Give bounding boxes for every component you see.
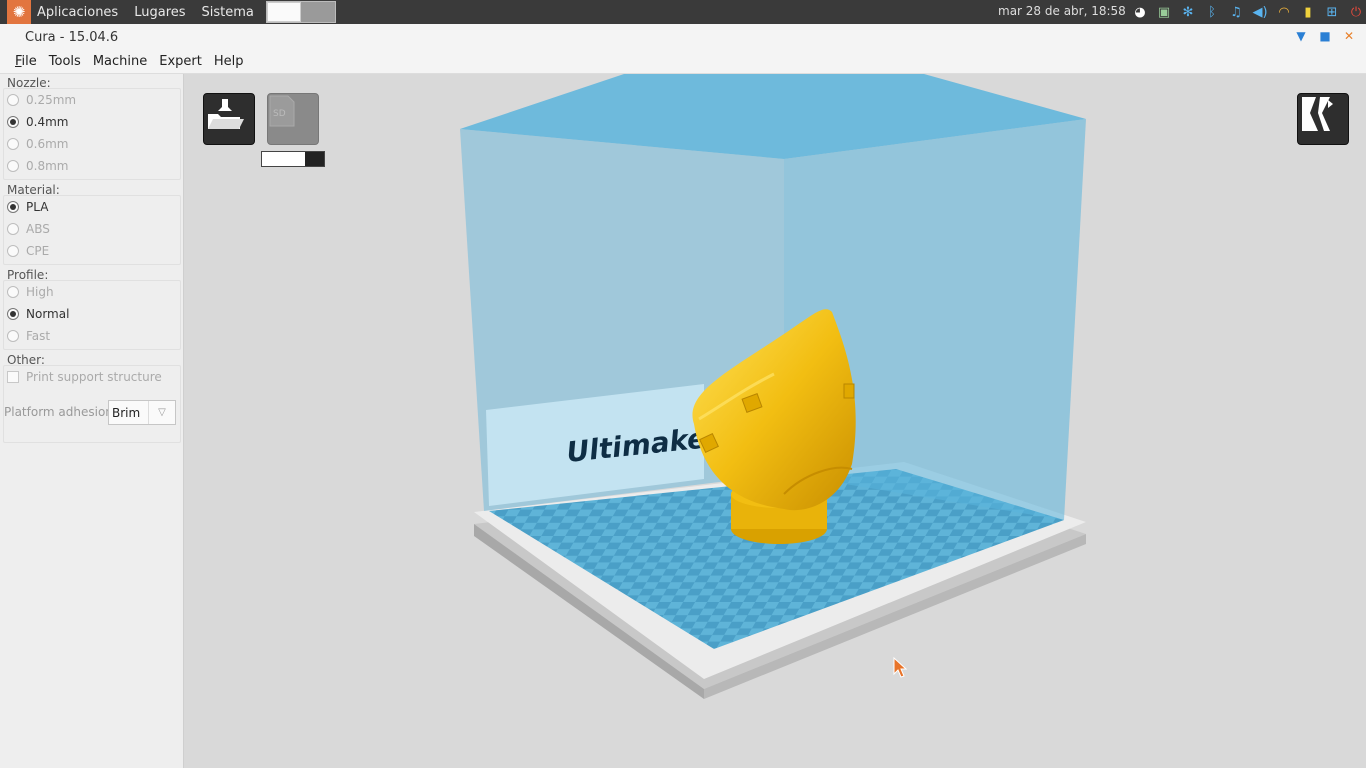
radio-button[interactable] [7, 94, 19, 106]
print-support-option[interactable]: Print support structure [7, 369, 162, 385]
menu-expert[interactable]: Expert [153, 54, 208, 69]
material-option-cpe[interactable]: CPE [7, 243, 49, 259]
microphone-icon[interactable]: ♫ [1226, 2, 1246, 22]
radio-button-selected[interactable] [7, 201, 19, 213]
profile-option-normal[interactable]: Normal [7, 306, 69, 322]
nozzle-option-025[interactable]: 0.25mm [7, 92, 76, 108]
profile-option-high[interactable]: High [7, 284, 54, 300]
panel-menu-system[interactable]: Sistema [195, 5, 263, 20]
profile-option-label: Fast [26, 329, 51, 343]
radio-button[interactable] [7, 245, 19, 257]
volume-icon[interactable]: ◀) [1250, 2, 1270, 22]
radio-button[interactable] [7, 223, 19, 235]
nozzle-option-label: 0.8mm [26, 159, 69, 173]
nozzle-option-label: 0.4mm [26, 115, 69, 129]
profile-option-fast[interactable]: Fast [7, 328, 50, 344]
radio-button-selected[interactable] [7, 308, 19, 320]
panel-menu-places[interactable]: Lugares [127, 5, 194, 20]
panel-menu-applications[interactable]: Aplicaciones [31, 5, 127, 20]
material-option-label: PLA [26, 200, 49, 214]
workspace-2[interactable] [300, 2, 335, 22]
slice-progress-fill [262, 152, 306, 166]
layout-icon[interactable]: ⊞ [1322, 2, 1342, 22]
slice-progress-bar [261, 151, 325, 167]
wifi-icon[interactable]: ◠ [1274, 2, 1294, 22]
profile-option-label: Normal [26, 307, 70, 321]
nozzle-option-04[interactable]: 0.4mm [7, 114, 68, 130]
menu-tools[interactable]: Tools [43, 54, 87, 69]
radio-button[interactable] [7, 138, 19, 150]
material-option-label: ABS [26, 222, 50, 236]
workspace-1[interactable] [266, 2, 301, 22]
battery-icon[interactable]: ▮ [1298, 2, 1318, 22]
close-icon[interactable]: ✕ [1341, 28, 1357, 44]
print-support-label: Print support structure [26, 370, 162, 384]
snowflake-icon[interactable]: ✻ [1178, 2, 1198, 22]
print-support-checkbox[interactable] [7, 371, 19, 383]
menu-file[interactable]: File [9, 54, 43, 69]
platform-adhesion-value: Brim [109, 401, 149, 424]
save-sd-button[interactable]: SD [267, 93, 319, 145]
discord-icon[interactable]: ◕ [1130, 2, 1150, 22]
view-mode-icon [1302, 97, 1333, 131]
material-option-abs[interactable]: ABS [7, 221, 50, 237]
system-tray: ◕ ▣ ✻ ᛒ ♫ ◀) ◠ ▮ ⊞ ⏻ [1130, 2, 1366, 22]
radio-button[interactable] [7, 160, 19, 172]
panel-clock[interactable]: mar 28 de abr, 18:58 [998, 4, 1126, 18]
profile-option-label: High [26, 285, 54, 299]
window-title: Cura - 15.04.6 [25, 30, 119, 45]
nozzle-option-label: 0.6mm [26, 137, 69, 151]
radio-button-selected[interactable] [7, 116, 19, 128]
minimize-icon[interactable]: ▼ [1293, 28, 1309, 44]
build-volume-scene: Ultimaker [460, 74, 1086, 699]
material-option-pla[interactable]: PLA [7, 199, 48, 215]
radio-button[interactable] [7, 286, 19, 298]
sd-card-icon: SD [269, 95, 295, 127]
view-mode-button[interactable] [1297, 93, 1349, 145]
material-option-label: CPE [26, 244, 50, 258]
menu-machine[interactable]: Machine [87, 54, 153, 69]
menubar: File Tools Machine Expert Help [0, 50, 1366, 74]
load-model-button[interactable] [203, 93, 255, 145]
menu-help[interactable]: Help [208, 54, 250, 69]
nozzle-option-label: 0.25mm [26, 93, 77, 107]
window-titlebar: Cura - 15.04.6 ▼ ■ ✕ [0, 24, 1366, 50]
platform-adhesion-select[interactable]: Brim ▽ [108, 400, 176, 425]
load-folder-icon [208, 99, 244, 129]
bluetooth-icon[interactable]: ᛒ [1202, 2, 1222, 22]
nozzle-option-08[interactable]: 0.8mm [7, 158, 68, 174]
settings-sidebar: Nozzle: 0.25mm 0.4mm 0.6mm 0.8mm Materia… [0, 74, 184, 768]
nozzle-option-06[interactable]: 0.6mm [7, 136, 68, 152]
system-panel: ✺ Aplicaciones Lugares Sistema mar 28 de… [0, 0, 1366, 24]
chevron-down-icon[interactable]: ▽ [149, 401, 175, 424]
workspace-switcher[interactable] [265, 1, 336, 23]
maximize-icon[interactable]: ■ [1317, 28, 1333, 44]
platform-adhesion-label: Platform adhesion [4, 405, 113, 419]
svg-text:SD: SD [273, 109, 286, 119]
applications-logo-icon[interactable]: ✺ [7, 0, 31, 24]
radio-button[interactable] [7, 330, 19, 342]
mouse-cursor-icon [893, 657, 908, 678]
network-manager-icon[interactable]: ▣ [1154, 2, 1174, 22]
power-icon[interactable]: ⏻ [1346, 2, 1366, 22]
3d-viewport[interactable]: Ultimaker SD [184, 74, 1366, 768]
